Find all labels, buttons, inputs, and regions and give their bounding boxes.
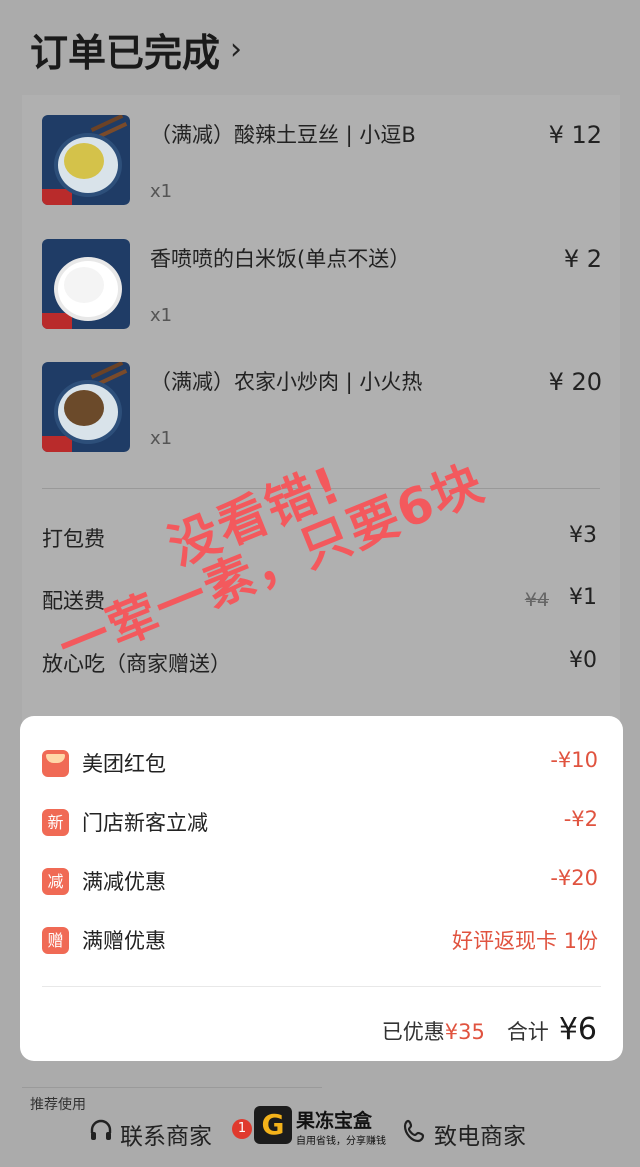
food-thumbnail-image: [42, 362, 130, 452]
discount-value: -¥20: [550, 866, 598, 890]
chevron-right-icon[interactable]: ›: [230, 32, 242, 67]
item-quantity: x1: [150, 428, 173, 449]
fee-label: 打包费: [42, 527, 105, 551]
headset-icon: [88, 1118, 114, 1151]
total-amount: ¥6: [558, 1012, 597, 1047]
item-quantity: x1: [150, 181, 173, 202]
discount-value: -¥2: [563, 807, 598, 831]
red-packet-icon: [42, 750, 69, 777]
discount-row: 减 满减优惠 -¥20: [42, 866, 598, 902]
discount-label: 满赠优惠: [82, 929, 166, 953]
logo-title: 果冻宝盒: [296, 1110, 373, 1132]
total-label: 合计: [506, 1020, 549, 1044]
discount-icon: 减: [42, 868, 69, 895]
discount-card: 美团红包 -¥10 新 门店新客立减 -¥2 减 满减优惠 -¥20 赠 满赠优…: [20, 716, 623, 1061]
discount-row: 美团红包 -¥10: [42, 748, 598, 784]
notification-badge: 1: [232, 1119, 252, 1139]
fee-original-price: ¥4: [524, 589, 549, 611]
phone-icon: [402, 1118, 428, 1151]
item-name: （满减）农家小炒肉 | 小火热: [150, 370, 423, 394]
header[interactable]: 订单已完成 ›: [30, 22, 242, 77]
item-price: ¥ 2: [563, 245, 602, 273]
discount-label: 满减优惠: [82, 870, 166, 894]
order-item[interactable]: （满减）酸辣土豆丝 | 小逗B x1 ¥ 12: [42, 115, 602, 210]
divider: [22, 1087, 322, 1088]
discount-value: -¥10: [550, 748, 598, 772]
logo-icon: G: [254, 1106, 292, 1144]
item-name: （满减）酸辣土豆丝 | 小逗B: [150, 123, 416, 147]
order-item[interactable]: （满减）农家小炒肉 | 小火热 x1 ¥ 20: [42, 362, 602, 457]
logo-subtitle: 自用省钱，分享赚钱: [296, 1136, 386, 1147]
item-quantity: x1: [150, 305, 173, 326]
discount-row: 新 门店新客立减 -¥2: [42, 807, 598, 843]
discount-row: 赠 满赠优惠 好评返现卡 1份: [42, 925, 598, 961]
contact-merchant-button[interactable]: 联系商家: [88, 1117, 212, 1151]
fee-value: ¥1: [569, 585, 597, 610]
gift-icon: 赠: [42, 927, 69, 954]
call-merchant-label: 致电商家: [434, 1124, 526, 1150]
fee-value: ¥3: [569, 523, 597, 548]
contact-merchant-label: 联系商家: [120, 1124, 212, 1150]
discount-label: 门店新客立减: [82, 811, 208, 835]
discount-label: 美团红包: [82, 752, 166, 776]
recommend-label: 推荐使用: [30, 1097, 86, 1113]
order-item[interactable]: 香喷喷的白米饭(单点不送） x1 ¥ 2: [42, 239, 602, 334]
call-merchant-button[interactable]: 致电商家: [402, 1117, 526, 1151]
food-thumbnail-image: [42, 239, 130, 329]
page-title: 订单已完成: [30, 31, 221, 75]
discount-value: 好评返现卡 1份: [451, 929, 598, 953]
item-price: ¥ 20: [548, 368, 602, 396]
order-summary: 已优惠 ¥35 合计 ¥6: [382, 1012, 597, 1047]
divider: [42, 986, 601, 987]
item-name: 香喷喷的白米饭(单点不送）: [150, 247, 411, 271]
new-customer-icon: 新: [42, 809, 69, 836]
saved-label: 已优惠: [381, 1020, 445, 1044]
item-price: ¥ 12: [548, 121, 602, 149]
fee-value: ¥0: [569, 648, 597, 673]
saved-amount: ¥35: [444, 1020, 485, 1044]
food-thumbnail-image: [42, 115, 130, 205]
